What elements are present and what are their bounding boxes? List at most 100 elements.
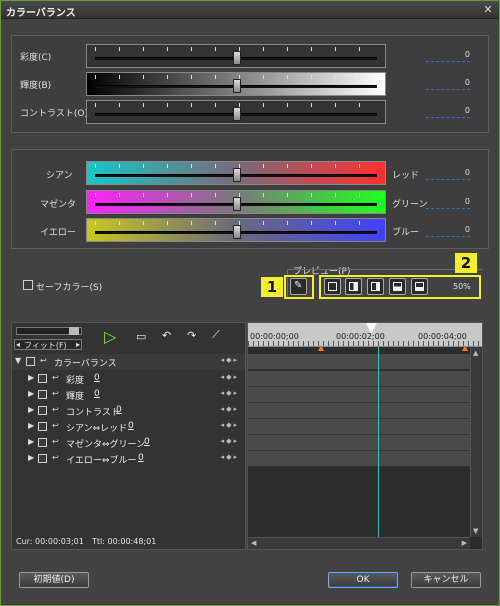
contrast-slider[interactable] [86,100,386,124]
keyframe-controls[interactable]: ◂◆▸ [221,453,239,461]
magenta-green-slider[interactable] [86,190,386,214]
magenta-green-knob[interactable] [233,197,241,211]
zoom-slider[interactable] [16,327,82,335]
scroll-right-icon[interactable]: ▶ [462,539,467,547]
basic-adjust-panel: 彩度(C) 0 輝度(B) 0 コントラスト(O) 0 [11,35,489,133]
track-row-magenta-green[interactable]: ▶ ↩ マゼンタ⇔グリーン 0 ◂◆▸ [12,435,245,451]
brightness-knob[interactable] [233,79,241,93]
track-value[interactable]: 0 [94,373,100,383]
collapse-icon[interactable]: ▼ [15,356,21,365]
playhead-icon[interactable]: ▼ [366,320,377,336]
timeline-track[interactable] [248,403,470,419]
preview-split-right-button[interactable] [367,278,384,295]
redo-icon[interactable]: ↷ [187,329,196,342]
time-ruler[interactable]: 00:00:00;00 00:00:02;00 00:00:04;00 [248,323,482,347]
timeline-track[interactable] [248,371,470,387]
reset-icon[interactable]: ↩ [52,405,59,414]
track-value[interactable]: 0 [94,389,100,399]
expand-icon[interactable]: ▶ [28,453,34,462]
reset-icon[interactable]: ↩ [52,373,59,382]
keyframe-marker-start[interactable]: ▲ [318,343,324,352]
close-icon[interactable]: ✕ [482,4,494,16]
comment-icon[interactable]: ▭ [136,330,146,343]
magenta-green-value[interactable]: 0 [426,197,470,209]
view-split-right-icon [371,282,380,291]
safe-color-checkbox[interactable] [23,280,33,290]
reset-icon[interactable]: ↩ [52,453,59,462]
ruler-time-0: 00:00:00;00 [250,332,299,341]
track-row-yellow-blue[interactable]: ▶ ↩ イエロー⇔ブルー 0 ◂◆▸ [12,451,245,467]
track-row-cyan-red[interactable]: ▶ ↩ シアン⇔レッド 0 ◂◆▸ [12,419,245,435]
timeline-track[interactable] [248,419,470,435]
brightness-value[interactable]: 0 [426,78,470,90]
reset-icon[interactable]: ↩ [52,421,59,430]
preview-split-top-button[interactable] [389,278,406,295]
saturation-slider[interactable] [86,44,386,68]
undo-icon[interactable]: ↶ [162,329,171,342]
preview-split-left-button[interactable] [345,278,362,295]
keyframe-controls[interactable]: ◂◆▸ [221,437,239,445]
timeline-track[interactable] [248,387,470,403]
reset-icon[interactable]: ↩ [52,389,59,398]
expand-icon[interactable]: ▶ [28,373,34,382]
cyan-red-value[interactable]: 0 [426,168,470,180]
brightness-label: 輝度(B) [20,81,52,91]
horizontal-scrollbar[interactable]: ◀ ▶ [248,537,470,549]
fit-dropdown[interactable]: ◂ フィット(F) ▸ [14,339,82,350]
track-row-brightness[interactable]: ▶ ↩ 輝度 0 ◂◆▸ [12,387,245,403]
track-value[interactable]: 0 [144,437,150,447]
vertical-scrollbar[interactable]: ▲ ▼ [470,347,482,537]
reset-icon[interactable]: ↩ [52,437,59,446]
keyframe-controls[interactable]: ◂◆▸ [221,373,239,381]
contrast-value[interactable]: 0 [426,106,470,118]
cancel-button[interactable]: キャンセル [411,572,481,588]
track-value[interactable]: 0 [128,421,134,431]
timeline-track[interactable] [248,451,470,467]
scroll-up-icon[interactable]: ▲ [473,349,478,357]
track-checkbox[interactable] [38,374,47,383]
graph-icon[interactable]: ⟋ [212,328,220,342]
expand-icon[interactable]: ▶ [28,389,34,398]
brightness-slider[interactable] [86,72,386,96]
saturation-knob[interactable] [233,51,241,65]
play-icon[interactable]: ▷ [104,327,116,346]
timeline-track[interactable] [248,354,470,370]
expand-icon[interactable]: ▶ [28,421,34,430]
track-value[interactable]: 0 [116,405,122,415]
ok-button[interactable]: OK [328,572,398,588]
keyframe-controls[interactable]: ◂◆▸ [221,356,239,364]
track-checkbox[interactable] [38,454,47,463]
track-checkbox[interactable] [38,422,47,431]
keyframe-controls[interactable]: ◂◆▸ [221,421,239,429]
track-row-color-balance[interactable]: ▼ ↩ カラーバランス ◂◆▸ [12,354,245,370]
saturation-value[interactable]: 0 [426,50,470,62]
track-checkbox[interactable] [38,390,47,399]
keyframe-controls[interactable]: ◂◆▸ [221,405,239,413]
yellow-blue-value[interactable]: 0 [426,225,470,237]
scroll-left-icon[interactable]: ◀ [251,539,256,547]
yellow-blue-slider[interactable] [86,218,386,242]
track-checkbox[interactable] [26,357,35,366]
track-value[interactable]: 0 [138,453,144,463]
timeline-track[interactable] [248,435,470,451]
contrast-knob[interactable] [233,107,241,121]
cyan-red-slider[interactable] [86,161,386,185]
track-row-contrast[interactable]: ▶ ↩ コントラスト 0 ◂◆▸ [12,403,245,419]
window-title: カラーバランス [6,8,76,19]
expand-icon[interactable]: ▶ [28,437,34,446]
keyframe-timeline[interactable]: 00:00:00;00 00:00:02;00 00:00:04;00 ▼ ▲ … [247,320,483,550]
track-row-saturation[interactable]: ▶ ↩ 彩度 0 ◂◆▸ [12,371,245,387]
keyframe-marker-end[interactable]: ▲ [462,343,468,352]
track-checkbox[interactable] [38,406,47,415]
preview-full-button[interactable] [324,278,341,295]
reset-defaults-button[interactable]: 初期値(D) [19,572,89,588]
scroll-down-icon[interactable]: ▼ [473,527,478,535]
track-checkbox[interactable] [38,438,47,447]
reset-icon[interactable]: ↩ [40,356,47,365]
yellow-blue-knob[interactable] [233,225,241,239]
preview-split-bottom-button[interactable] [411,278,428,295]
expand-icon[interactable]: ▶ [28,405,34,414]
keyframe-controls[interactable]: ◂◆▸ [221,389,239,397]
preview-toggle-button[interactable]: ✎ [290,278,307,295]
cyan-red-knob[interactable] [233,168,241,182]
